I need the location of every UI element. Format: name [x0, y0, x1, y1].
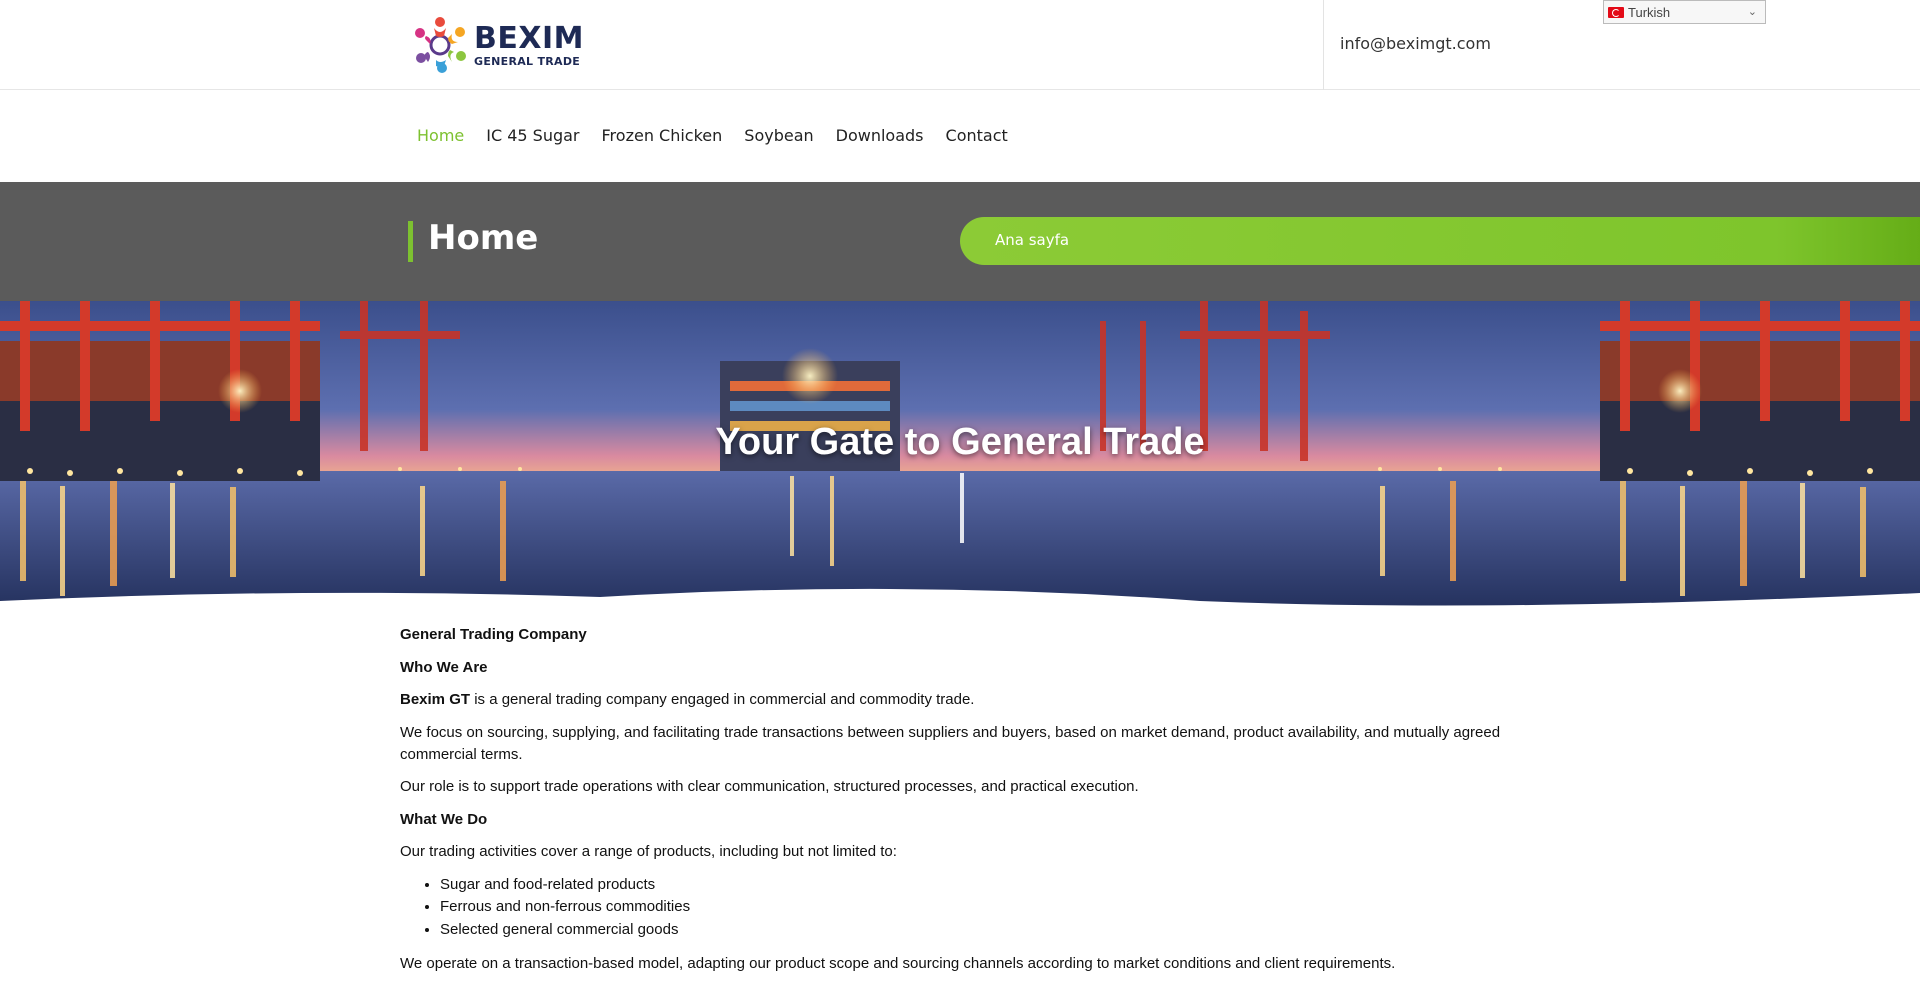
- page-title: Home: [428, 218, 539, 258]
- nav-item-soybean[interactable]: Soybean: [744, 126, 813, 145]
- hero-banner: Your Gate to General Trade: [0, 301, 1920, 611]
- breadcrumb: Ana sayfa: [960, 217, 1920, 265]
- nav-item-frozen-chicken[interactable]: Frozen Chicken: [602, 126, 723, 145]
- chevron-down-icon: ⌄: [1747, 6, 1757, 18]
- focus-paragraph: We focus on sourcing, supplying, and fac…: [400, 723, 1501, 763]
- section-heading-company: General Trading Company: [400, 626, 587, 643]
- nav-item-contact[interactable]: Contact: [946, 126, 1008, 145]
- page-title-band: Home Ana sayfa: [0, 182, 1920, 301]
- intro-paragraph: Bexim GT is a general trading company en…: [400, 689, 1520, 711]
- language-selected-value: Turkish: [1628, 4, 1671, 20]
- logo-people-icon: [412, 16, 468, 74]
- nav-item-downloads[interactable]: Downloads: [836, 126, 924, 145]
- list-item: Selected general commercial goods: [440, 919, 1520, 941]
- header-divider: [1323, 0, 1324, 90]
- logo-tagline: GENERAL TRADE: [474, 54, 581, 68]
- model-paragraph: We operate on a transaction-based model,…: [400, 954, 1396, 972]
- contact-email-link[interactable]: info@beximgt.com: [1340, 34, 1491, 53]
- language-select[interactable]: Turkish ⌄: [1603, 0, 1766, 24]
- product-list: Sugar and food-related products Ferrous …: [440, 874, 1520, 941]
- intro-text: is a general trading company engaged in …: [470, 691, 975, 708]
- brand-logo[interactable]: BEXIM GENERAL TRADE: [412, 14, 585, 76]
- section-heading-who-we-are: Who We Are: [400, 658, 488, 676]
- top-header: BEXIM GENERAL TRADE info@beximgt.com Tur…: [0, 0, 1920, 90]
- section-heading-what-we-do: What We Do: [400, 810, 488, 828]
- company-name: Bexim GT: [400, 691, 471, 708]
- title-accent-bar: [408, 221, 413, 262]
- breadcrumb-current: Ana sayfa: [995, 231, 1070, 249]
- nav-item-home[interactable]: Home: [417, 126, 464, 145]
- list-item: Sugar and food-related products: [440, 874, 1520, 896]
- logo-wordmark: BEXIM: [474, 20, 585, 56]
- main-navigation: Home IC 45 Sugar Frozen Chicken Soybean …: [0, 91, 1920, 182]
- turkey-flag-icon: [1608, 6, 1624, 18]
- main-content: General Trading Company Who We Are Bexim…: [400, 624, 1520, 985]
- activities-paragraph: Our trading activities cover a range of …: [400, 843, 897, 860]
- hero-heading: Your Gate to General Trade: [715, 421, 1205, 463]
- role-paragraph: Our role is to support trade operations …: [400, 778, 1139, 795]
- list-item: Ferrous and non-ferrous commodities: [440, 896, 1520, 918]
- nav-item-ic45-sugar[interactable]: IC 45 Sugar: [486, 126, 579, 145]
